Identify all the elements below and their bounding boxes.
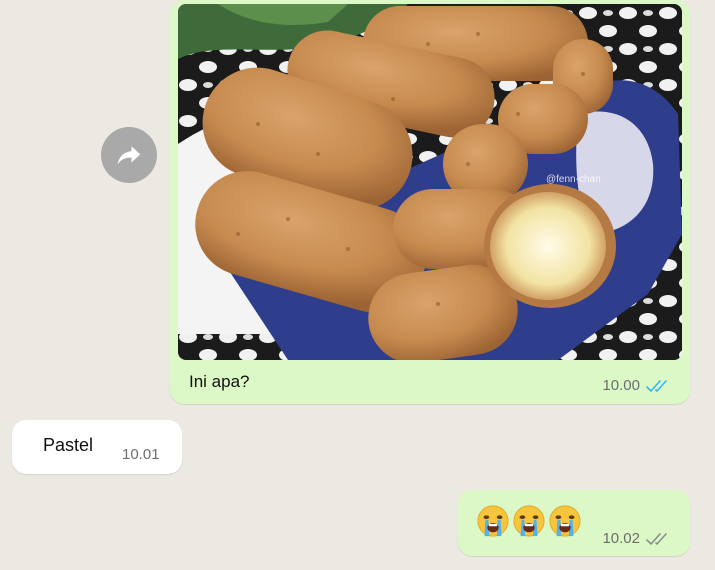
chat-area: @fenn-chan Ini apa? 10.00 Pastel 10.01 1… bbox=[0, 0, 715, 570]
emoji-group bbox=[476, 504, 582, 538]
food-photo-illustration: @fenn-chan bbox=[178, 4, 682, 360]
outgoing-emoji-message[interactable]: 10.02 bbox=[458, 490, 690, 556]
read-double-check-icon bbox=[646, 379, 667, 392]
crying-face-emoji-icon bbox=[549, 505, 581, 537]
message-meta: 10.02 bbox=[602, 530, 672, 547]
delivered-double-check-icon bbox=[646, 532, 667, 545]
incoming-text-message[interactable]: Pastel 10.01 bbox=[12, 420, 182, 474]
message-time: 10.01 bbox=[122, 446, 160, 463]
message-time: 10.00 bbox=[602, 377, 640, 394]
forward-arrow-icon bbox=[117, 146, 141, 165]
shared-food-photo[interactable]: @fenn-chan bbox=[178, 4, 682, 360]
outgoing-image-message[interactable]: @fenn-chan Ini apa? 10.00 bbox=[170, 0, 690, 404]
message-meta: 10.01 bbox=[122, 446, 160, 463]
message-text: Pastel bbox=[43, 435, 94, 455]
message-time: 10.02 bbox=[602, 530, 640, 547]
crying-face-emoji-icon bbox=[477, 505, 509, 537]
photo-watermark: @fenn-chan bbox=[546, 174, 601, 185]
message-meta: 10.00 bbox=[602, 377, 672, 394]
crying-face-emoji-icon bbox=[513, 505, 545, 537]
message-caption: Ini apa? bbox=[189, 372, 250, 391]
forward-button[interactable] bbox=[101, 127, 157, 183]
